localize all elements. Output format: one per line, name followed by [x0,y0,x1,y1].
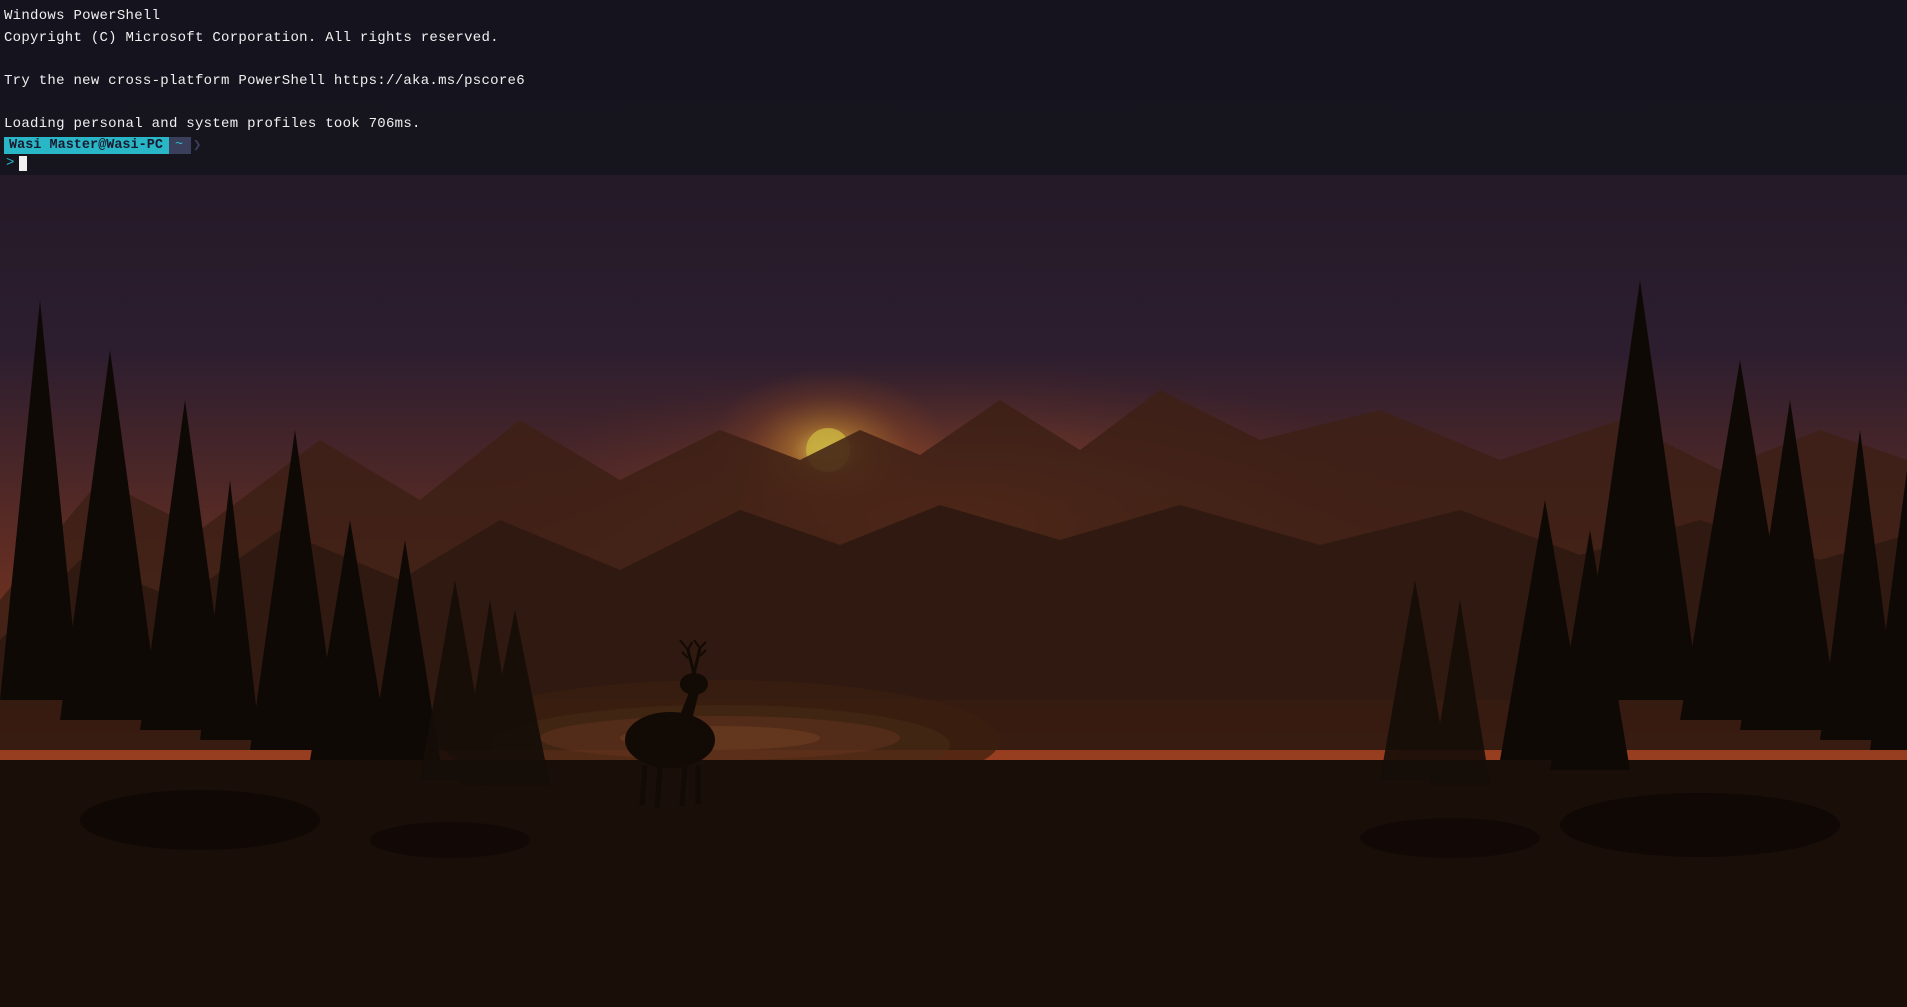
prompt-user-badge: Wasi Master@Wasi-PC [4,137,169,154]
terminal-line-1: Windows PowerShell [4,6,1903,28]
terminal-line-2: Copyright (C) Microsoft Corporation. All… [4,28,1903,50]
terminal-line-5 [4,93,1903,115]
terminal-line-4: Try the new cross-platform PowerShell ht… [4,71,1903,93]
prompt-row[interactable]: Wasi Master@Wasi-PC ~ ❯ [4,137,1903,154]
terminal-cursor [19,156,27,171]
cursor-line[interactable]: > [4,155,1903,171]
cursor-symbol: > [6,155,14,171]
prompt-arrow: ❯ [193,137,201,154]
terminal-line-6: Loading personal and system profiles too… [4,114,1903,136]
prompt-tilde: ~ [169,137,191,154]
terminal-line-3 [4,49,1903,71]
terminal-window: Windows PowerShell Copyright (C) Microso… [0,0,1907,175]
